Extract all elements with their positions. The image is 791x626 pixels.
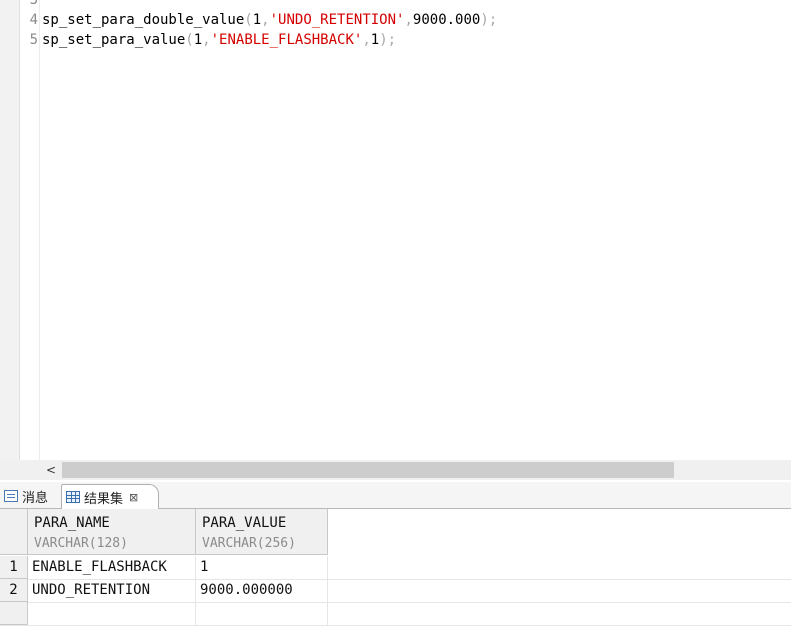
function-name: sp_set_para_double_value <box>42 12 245 28</box>
table-cell <box>28 602 196 625</box>
paren: ( <box>185 32 194 48</box>
tab-messages-label: 消息 <box>22 490 49 506</box>
empty-row <box>0 602 791 626</box>
code-line[interactable]: sp_set_para_value(1,'ENABLE_FLASHBACK',1… <box>42 30 396 50</box>
comma: , <box>362 32 371 48</box>
horizontal-scrollbar[interactable]: < <box>0 460 791 480</box>
table-cell[interactable]: 9000.000000 <box>196 579 328 602</box>
close-icon[interactable]: ⊠ <box>129 491 138 504</box>
number-literal: 9000.000 <box>412 12 481 28</box>
scrollbar-thumb[interactable] <box>62 462 674 478</box>
result-tabbar: 消息 结果集 ⊠ <box>0 482 791 509</box>
table-cell[interactable]: UNDO_RETENTION <box>28 579 196 602</box>
sql-editor[interactable]: 3 4 5 sp_set_para_double_value(1,'UNDO_R… <box>0 0 791 460</box>
function-name: sp_set_para_value <box>42 32 186 48</box>
column-type: VARCHAR(256) <box>202 536 296 551</box>
number-literal: 1 <box>193 32 203 48</box>
code-line[interactable]: sp_set_para_double_value(1,'UNDO_RETENTI… <box>42 10 497 30</box>
tab-result-set-label: 结果集 <box>84 491 124 507</box>
line-number: 5 <box>29 32 38 48</box>
table-row[interactable]: 1 ENABLE_FLASHBACK 1 <box>0 556 791 580</box>
row-number <box>0 602 28 625</box>
grid-header: PARA_NAME VARCHAR(128) PARA_VALUE VARCHA… <box>0 509 791 556</box>
line-number: 3 <box>29 0 38 8</box>
number-literal: 1 <box>252 12 262 28</box>
table-cell[interactable]: ENABLE_FLASHBACK <box>28 556 196 579</box>
line-number: 4 <box>29 12 38 28</box>
table-cell <box>196 602 328 625</box>
column-name: PARA_NAME <box>34 515 110 531</box>
string-literal: 'ENABLE_FLASHBACK' <box>210 32 363 48</box>
string-literal: 'UNDO_RETENTION' <box>269 12 405 28</box>
table-row[interactable]: 2 UNDO_RETENTION 9000.000000 <box>0 579 791 603</box>
paren: ( <box>244 12 253 28</box>
tab-result-set[interactable]: 结果集 ⊠ <box>61 484 159 509</box>
comma: , <box>404 12 413 28</box>
comma: , <box>202 32 211 48</box>
table-cell[interactable]: 1 <box>196 556 328 579</box>
comma: , <box>261 12 270 28</box>
fold-column <box>20 0 40 460</box>
column-header[interactable]: PARA_NAME VARCHAR(128) <box>28 509 196 555</box>
table-grid-icon <box>66 491 80 503</box>
column-type: VARCHAR(128) <box>34 536 128 551</box>
row-number[interactable]: 1 <box>0 556 28 579</box>
column-name: PARA_VALUE <box>202 515 287 531</box>
message-icon <box>4 490 18 502</box>
number-literal: 1 <box>370 32 380 48</box>
line-number-gutter <box>0 0 20 460</box>
tab-messages[interactable]: 消息 <box>4 485 48 507</box>
result-grid[interactable]: PARA_NAME VARCHAR(128) PARA_VALUE VARCHA… <box>0 509 791 626</box>
paren: ); <box>480 12 498 28</box>
grid-corner[interactable] <box>0 509 28 555</box>
scroll-left-arrow-icon[interactable]: < <box>44 462 58 478</box>
paren: ); <box>379 32 397 48</box>
column-header[interactable]: PARA_VALUE VARCHAR(256) <box>196 509 328 555</box>
row-number[interactable]: 2 <box>0 579 28 602</box>
